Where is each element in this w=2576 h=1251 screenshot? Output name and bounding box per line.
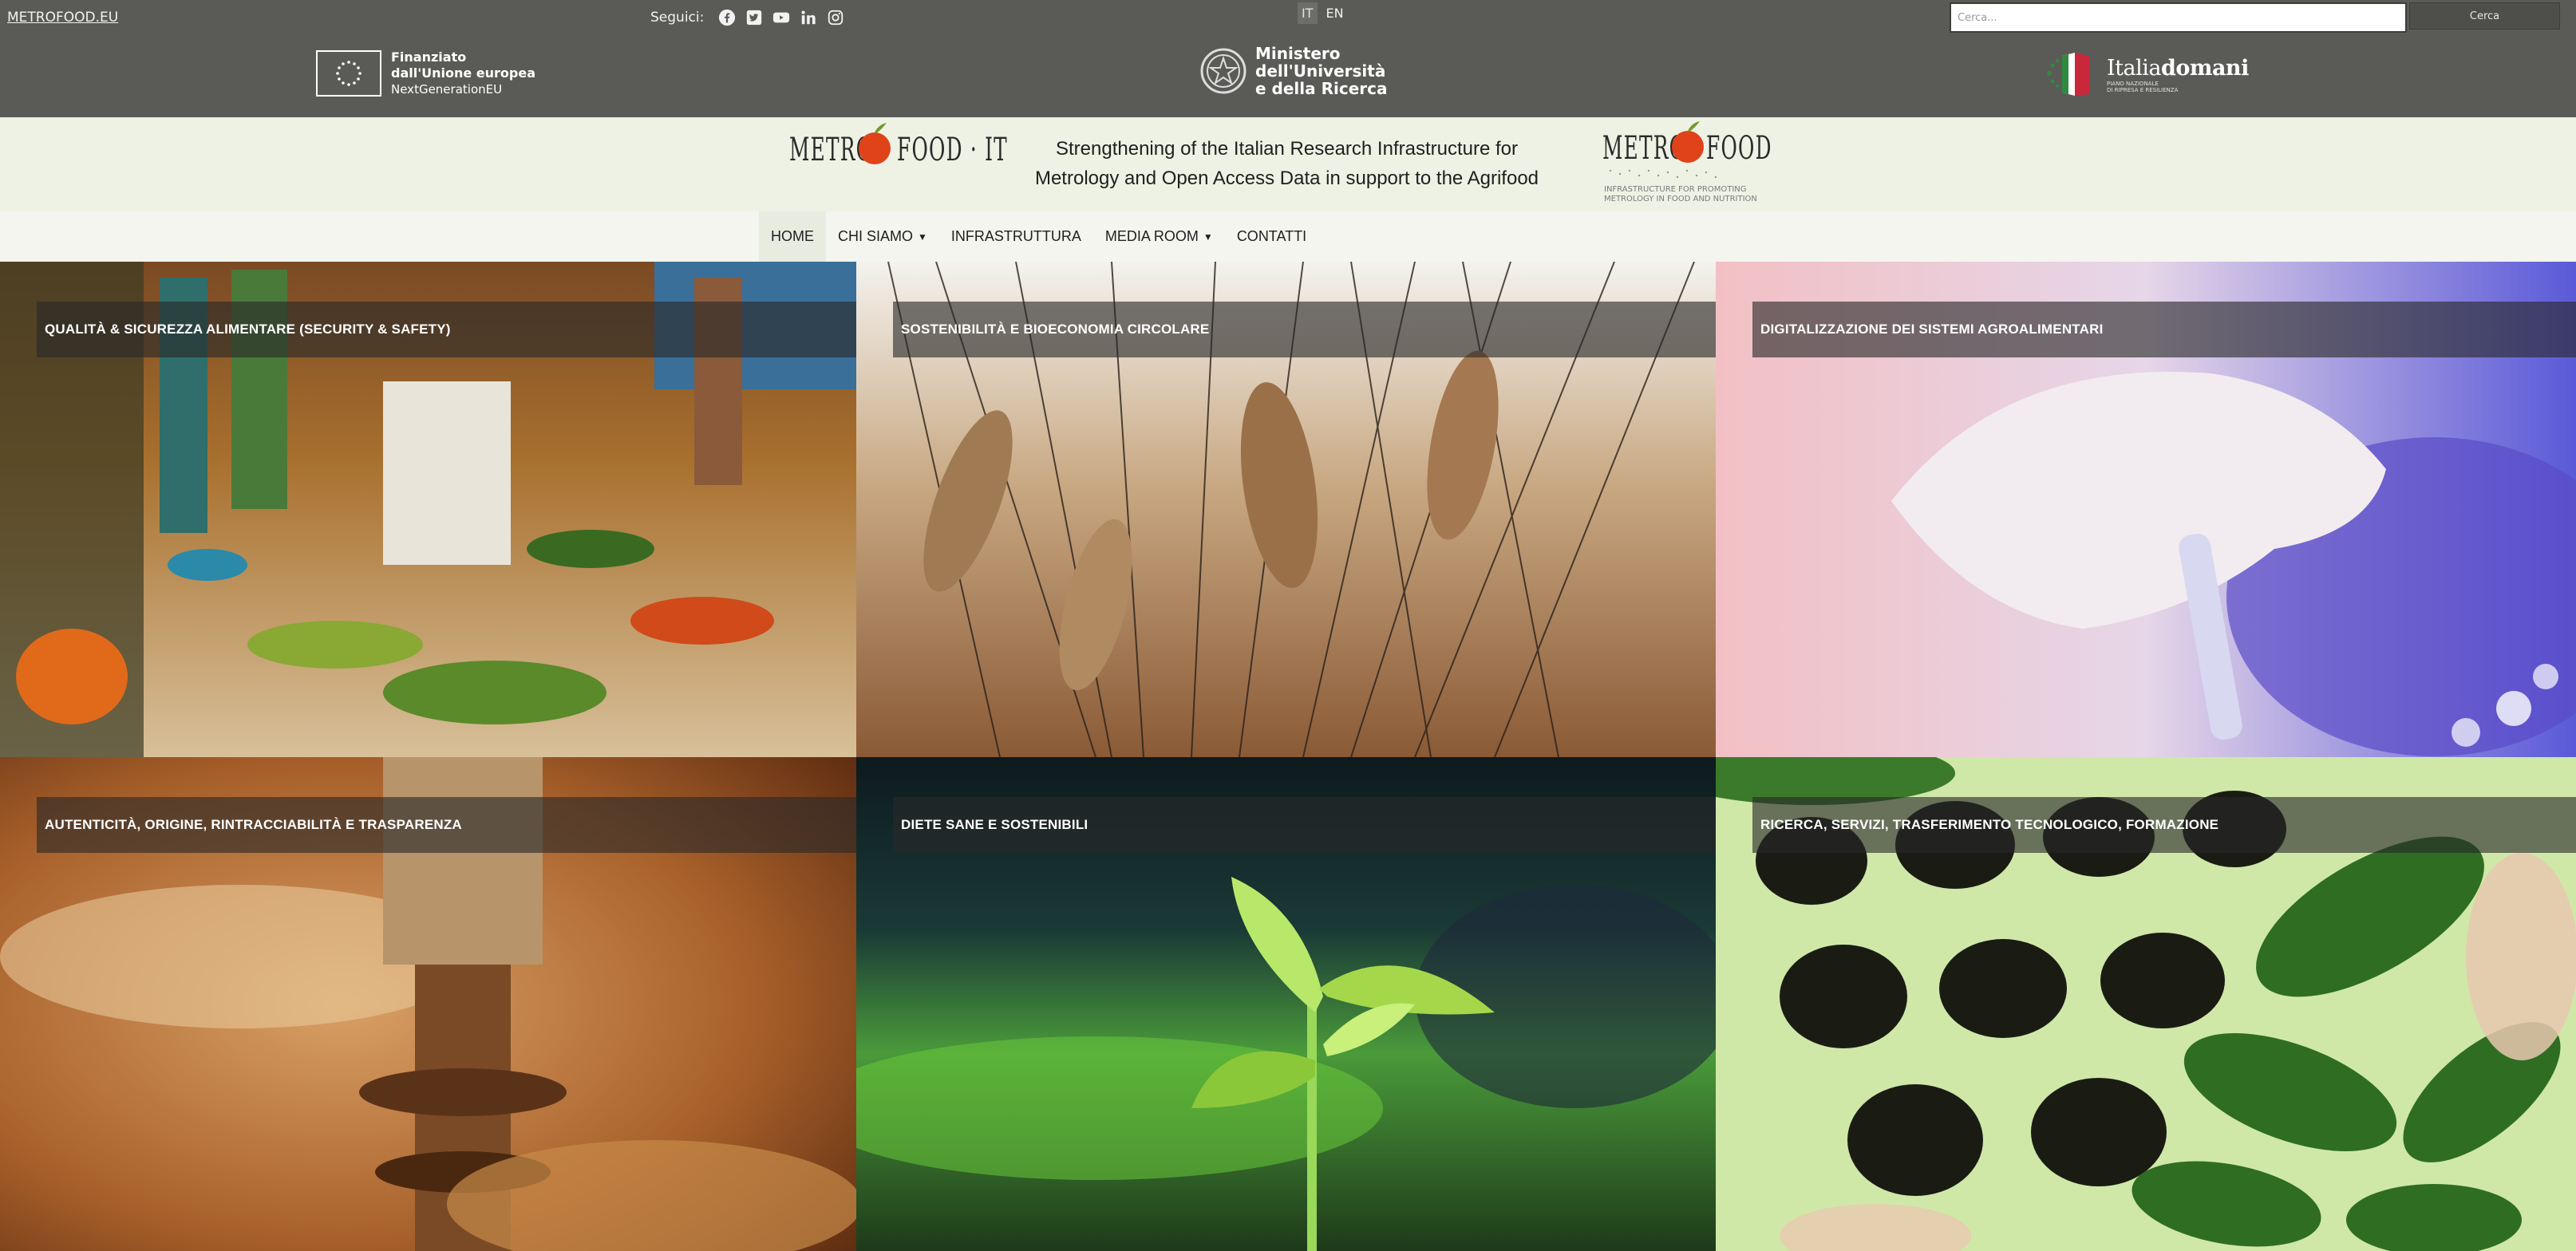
tile-label: DIETE SANE E SOSTENIBILI (893, 797, 1716, 853)
italia-word-suffix: domani (2160, 55, 2249, 81)
instagram-icon[interactable] (827, 9, 844, 26)
caption-line1: INFRASTRUCTURE FOR PROMOTING (1604, 185, 1747, 194)
ministry-line2: dell'Università (1255, 61, 1386, 81)
metrofood-eu-link[interactable]: METROFOOD.EU (7, 10, 118, 26)
italia-flag-icon (2047, 53, 2089, 96)
tile-label: QUALITÀ & SICUREZZA ALIMENTARE (SECURITY… (37, 302, 856, 357)
tagline-line2: Metrology and Open Access Data in suppor… (1034, 168, 1539, 189)
italia-sub2: DI RIPRESA E RESILIENZA (2107, 86, 2179, 93)
lang-en[interactable]: EN (1322, 2, 1348, 24)
tile-sustainability[interactable]: SOSTENIBILITÀ E BIOECONOMIA CIRCOLARE (856, 262, 1716, 757)
italia-word-prefix: Italia (2107, 55, 2161, 81)
search-button[interactable]: Cerca (2409, 2, 2560, 30)
youtube-icon[interactable] (772, 9, 790, 26)
tile-healthy-diets[interactable]: DIETE SANE E SOSTENIBILI (856, 757, 1716, 1251)
tile-label: SOSTENIBILITÀ E BIOECONOMIA CIRCOLARE (893, 302, 1716, 357)
eu-line1: Finanziato (391, 49, 467, 65)
tile-digitalization[interactable]: DIGITALIZZAZIONE DEI SISTEMI AGROALIMENT… (1716, 262, 2576, 757)
eu-flag-icon (316, 50, 381, 97)
logo-right-part2: FOOD (1706, 130, 1772, 167)
social-links: Seguici: (650, 8, 844, 27)
language-switcher: IT EN (1298, 2, 1348, 24)
nav-item-contatti[interactable]: CONTATTI (1225, 211, 1318, 262)
header-tagline: Strengthening of the Italian Research In… (1029, 134, 1544, 193)
nav-item-infrastruttura[interactable]: INFRASTRUTTURA (939, 211, 1093, 262)
top-bar: METROFOOD.EU Seguici: IT EN Cerca Finan (0, 0, 2576, 117)
logo-right-caption: INFRASTRUCTURE FOR PROMOTING METROLOGY I… (1604, 185, 1772, 204)
facebook-icon[interactable] (718, 9, 736, 26)
tagline-line1: Strengthening of the Italian Research In… (1056, 138, 1518, 160)
metrofood-it-logo[interactable]: METRO FOOD · IT (789, 121, 1007, 168)
italia-domani-logo[interactable]: Italiadomani PIANO NAZIONALE DI RIPRESA … (2043, 49, 2249, 99)
eu-line2: dall'Unione europea (391, 65, 536, 81)
search-input[interactable] (1950, 2, 2407, 33)
ministry-line1: Ministero (1255, 44, 1341, 63)
italian-emblem-icon (1200, 48, 1247, 94)
tile-research[interactable]: RICERCA, SERVIZI, TRASFERIMENTO TECNOLOG… (1716, 757, 2576, 1251)
tile-food-safety[interactable]: QUALITÀ & SICUREZZA ALIMENTARE (SECURITY… (0, 262, 856, 757)
tile-label: RICERCA, SERVIZI, TRASFERIMENTO TECNOLOG… (1752, 797, 2576, 853)
follow-label: Seguici: (650, 10, 705, 26)
linkedin-icon[interactable] (800, 9, 817, 26)
chevron-down-icon: ▼ (1203, 231, 1213, 243)
main-nav: HOME CHI SIAMO ▼ INFRASTRUTTURA MEDIA ROO… (759, 211, 1318, 262)
nav-item-media-room[interactable]: MEDIA ROOM ▼ (1093, 211, 1225, 262)
nav-item-home[interactable]: HOME (759, 211, 826, 262)
topic-tiles-grid: QUALITÀ & SICUREZZA ALIMENTARE (SECURITY… (0, 262, 2576, 1251)
tile-label: AUTENTICITÀ, ORIGINE, RINTRACCIABILITÀ E… (37, 797, 856, 853)
dotted-pattern-icon (1609, 169, 1717, 179)
nav-item-chi-siamo[interactable]: CHI SIAMO ▼ (826, 211, 939, 262)
tomato-icon (1672, 121, 1704, 163)
caption-line2: METROLOGY IN FOOD AND NUTRITION (1604, 195, 1757, 203)
chevron-down-icon: ▼ (918, 231, 927, 243)
eu-line3: NextGenerationEU (391, 82, 503, 97)
ministry-line3: e della Ricerca (1255, 79, 1388, 98)
logo-left-part2: FOOD · IT (897, 132, 1008, 168)
ministry-logo[interactable]: Ministero dell'Università e della Ricerc… (1199, 45, 1387, 97)
eu-funding-logo[interactable]: Finanziato dall'Unione europea NextGener… (316, 49, 535, 97)
tile-authenticity[interactable]: AUTENTICITÀ, ORIGINE, RINTRACCIABILITÀ E… (0, 757, 856, 1251)
tomato-icon (859, 123, 891, 164)
lang-it[interactable]: IT (1298, 2, 1318, 24)
italia-sub1: PIANO NAZIONALE (2107, 80, 2159, 87)
tile-label: DIGITALIZZAZIONE DEI SISTEMI AGROALIMENT… (1752, 302, 2576, 357)
twitter-icon[interactable] (745, 9, 763, 26)
